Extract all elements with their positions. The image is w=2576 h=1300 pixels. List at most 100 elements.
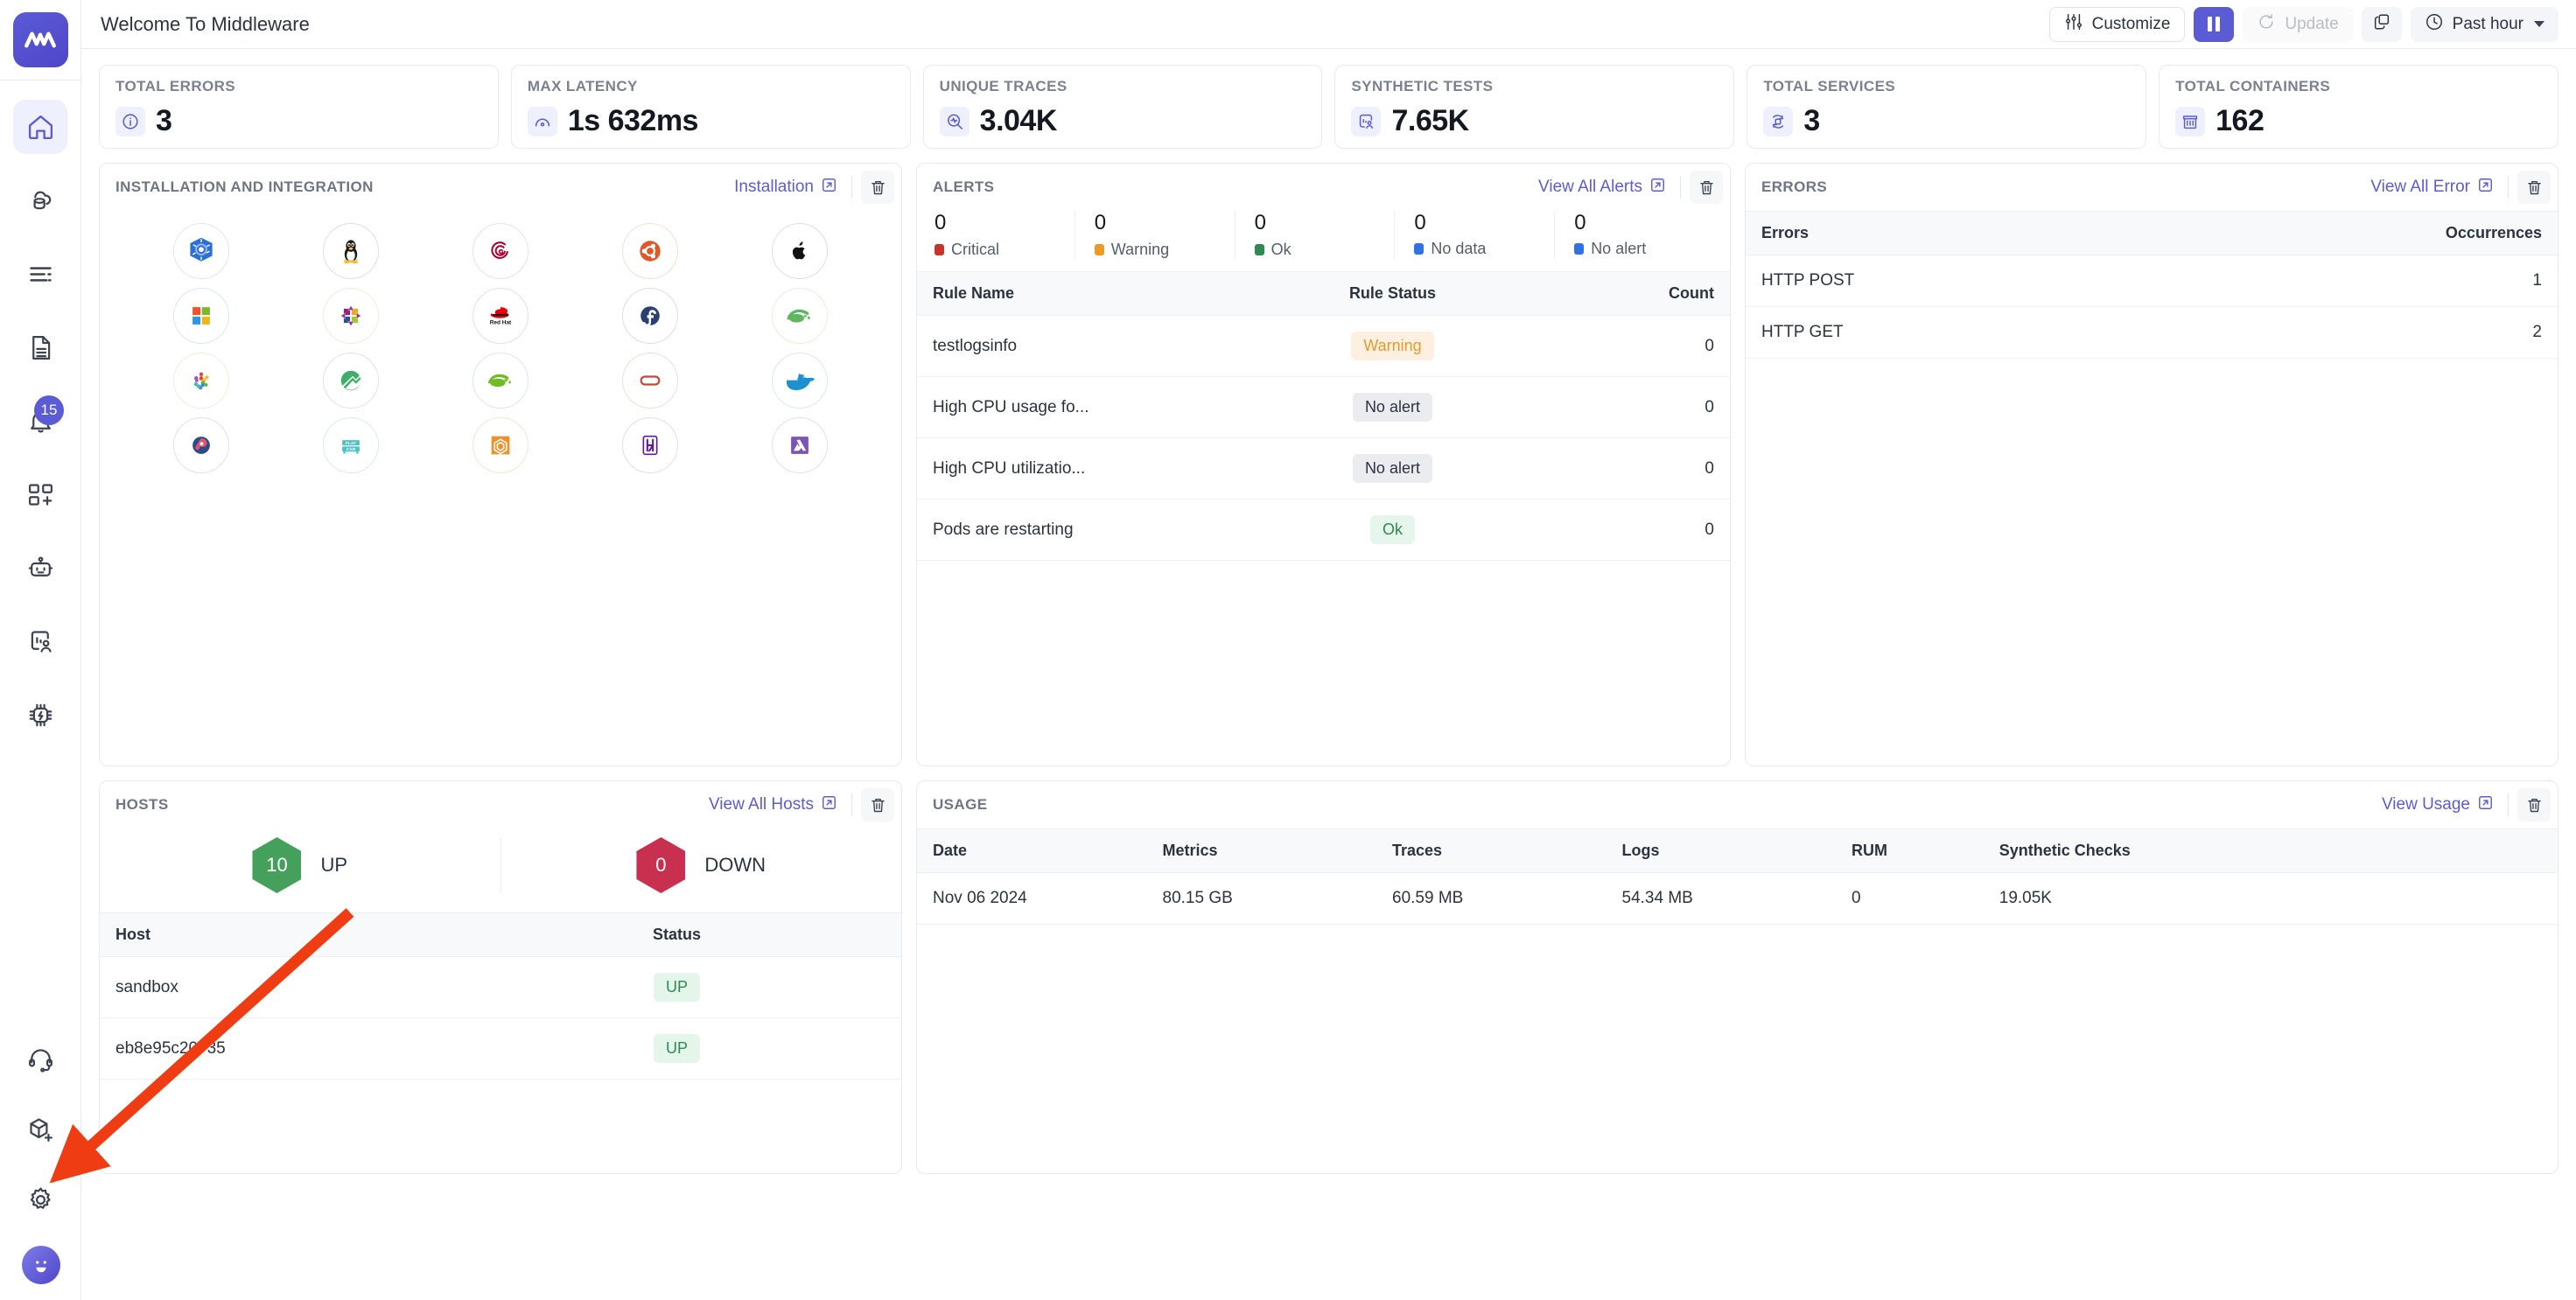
sidebar-item-support[interactable] (14, 1032, 68, 1087)
hosts-down-label: DOWN (704, 854, 766, 877)
installation-panel-title: INSTALLATION AND INTEGRATION (116, 178, 374, 196)
avatar-smiley-icon[interactable] (22, 1246, 60, 1284)
customize-label: Customize (2092, 15, 2171, 34)
sidebar-item-bot[interactable] (13, 541, 67, 595)
integration-debian-icon[interactable] (472, 223, 528, 279)
integration-heroku-icon[interactable] (622, 417, 678, 473)
usage-rum: 0 (1836, 873, 1984, 925)
table-row[interactable]: High CPU utilizatio... No alert 0 (917, 438, 1730, 500)
alert-stat-count: 0 (1095, 211, 1235, 235)
table-row[interactable]: HTTP POST 1 (1746, 255, 2558, 307)
kpi-value: 1s 632ms (568, 104, 698, 138)
error-occurrences: 2 (2168, 307, 2558, 359)
container-icon (2175, 107, 2205, 136)
usage-delete-button[interactable] (2517, 788, 2551, 821)
synthetic-icon (1351, 107, 1381, 136)
alert-count: 0 (1527, 316, 1730, 377)
error-name: HTTP GET (1746, 307, 2168, 359)
update-button[interactable]: Update (2243, 7, 2352, 42)
time-range-label: Past hour (2453, 15, 2524, 34)
hosts-panel: HOSTS View All Hosts (99, 780, 902, 1174)
errors-panel: ERRORS View All Error (1745, 163, 2558, 766)
time-range-selector[interactable]: Past hour (2411, 7, 2558, 42)
table-row[interactable]: eb8e95c20735 UP (100, 1018, 901, 1080)
column-metrics: Metrics (1147, 829, 1377, 873)
table-row[interactable]: HTTP GET 2 (1746, 307, 2558, 359)
alerts-delete-button[interactable] (1690, 171, 1723, 204)
customize-button[interactable]: Customize (2049, 7, 2186, 42)
hosts-table: Host Status sandbox UP eb8e95c20735 (100, 912, 901, 1080)
table-row[interactable]: Pods are restarting Ok 0 (917, 500, 1730, 561)
sidebar-item-documents[interactable] (13, 320, 67, 374)
usage-panel-title: USAGE (933, 796, 987, 814)
integration-kubernetes-icon[interactable] (173, 223, 229, 279)
sidebar-item-widgets[interactable] (13, 467, 67, 521)
view-usage-label: View Usage (2382, 795, 2470, 814)
sidebar-item-home[interactable] (13, 100, 67, 154)
pause-button[interactable] (2194, 7, 2234, 42)
app-root: 15 (0, 0, 2576, 1300)
pause-icon (2208, 17, 2220, 31)
table-row[interactable]: Nov 06 2024 80.15 GB 60.59 MB 54.34 MB 0… (917, 873, 2558, 925)
integration-fedora-icon[interactable] (622, 288, 678, 344)
sidebar-item-infrastructure[interactable] (13, 173, 67, 227)
external-link-icon (1649, 177, 1666, 199)
kpi-label: UNIQUE TRACES (940, 78, 1306, 95)
middleware-logo-icon[interactable] (13, 12, 68, 67)
integration-lambda-icon[interactable] (772, 417, 828, 473)
table-row[interactable]: testlogsinfo Warning 0 (917, 316, 1730, 377)
installation-link[interactable]: Installation (729, 173, 843, 202)
sidebar-item-apm[interactable] (13, 688, 67, 742)
integration-oracle-icon[interactable] (622, 353, 678, 409)
alerts-badge: 15 (34, 395, 64, 425)
copy-button[interactable] (2362, 7, 2402, 42)
integration-mageia-icon[interactable] (173, 353, 229, 409)
integration-amazon-linux-icon[interactable] (472, 417, 528, 473)
integration-centos-icon[interactable] (323, 288, 379, 344)
integration-docker-icon[interactable] (772, 353, 828, 409)
table-header-row: Date Metrics Traces Logs RUM Synthetic C… (917, 829, 2558, 873)
table-row[interactable]: sandbox UP (100, 957, 901, 1018)
usage-table: Date Metrics Traces Logs RUM Synthetic C… (917, 828, 2558, 925)
integration-alma-icon[interactable] (173, 417, 229, 473)
column-rum: RUM (1836, 829, 1984, 873)
view-all-alerts-link[interactable]: View All Alerts (1533, 173, 1671, 202)
sidebar-item-add-integration[interactable] (14, 1102, 68, 1157)
view-all-hosts-link[interactable]: View All Hosts (704, 791, 843, 820)
sidebar-item-logs[interactable] (13, 247, 67, 301)
errors-delete-button[interactable] (2517, 171, 2551, 204)
view-all-errors-link[interactable]: View All Error (2365, 173, 2499, 202)
integration-flatcar-icon[interactable]: FLATCAR (323, 417, 379, 473)
integration-ubuntu-icon[interactable] (622, 223, 678, 279)
status-badge: No alert (1353, 393, 1432, 422)
kpi-value: 3 (1803, 104, 1819, 138)
sidebar-item-rum[interactable] (13, 614, 67, 668)
alert-stat-critical: 0 Critical (933, 211, 1074, 259)
integration-apple-icon[interactable] (772, 223, 828, 279)
hosts-delete-button[interactable] (861, 788, 894, 821)
sidebar-item-settings[interactable] (14, 1172, 68, 1227)
installation-delete-button[interactable] (861, 171, 894, 204)
status-dot (934, 244, 944, 255)
external-link-icon (821, 177, 837, 199)
alert-rule-name: High CPU utilizatio... (917, 438, 1258, 500)
integration-opensuse-icon[interactable] (472, 353, 528, 409)
integration-suse-icon[interactable] (772, 288, 828, 344)
integration-rocky-icon[interactable] (323, 353, 379, 409)
status-badge: Warning (1351, 332, 1433, 360)
host-name: sandbox (100, 957, 452, 1018)
status-badge: Ok (1370, 515, 1415, 544)
table-row[interactable]: High CPU usage fo... No alert 0 (917, 377, 1730, 438)
trace-search-icon (940, 107, 970, 136)
panel-row-2: HOSTS View All Hosts (99, 780, 2558, 1174)
svg-text:Red Hat: Red Hat (490, 319, 512, 325)
alert-rule-name: Pods are restarting (917, 500, 1258, 561)
view-usage-link[interactable]: View Usage (2376, 791, 2499, 820)
integration-linux-icon[interactable] (323, 223, 379, 279)
column-traces: Traces (1376, 829, 1606, 873)
sidebar-item-alerts[interactable]: 15 (13, 394, 67, 448)
kpi-value: 7.65K (1391, 104, 1468, 138)
divider (851, 793, 852, 816)
integration-redhat-icon[interactable]: Red Hat (472, 288, 528, 344)
integration-windows-icon[interactable] (173, 288, 229, 344)
